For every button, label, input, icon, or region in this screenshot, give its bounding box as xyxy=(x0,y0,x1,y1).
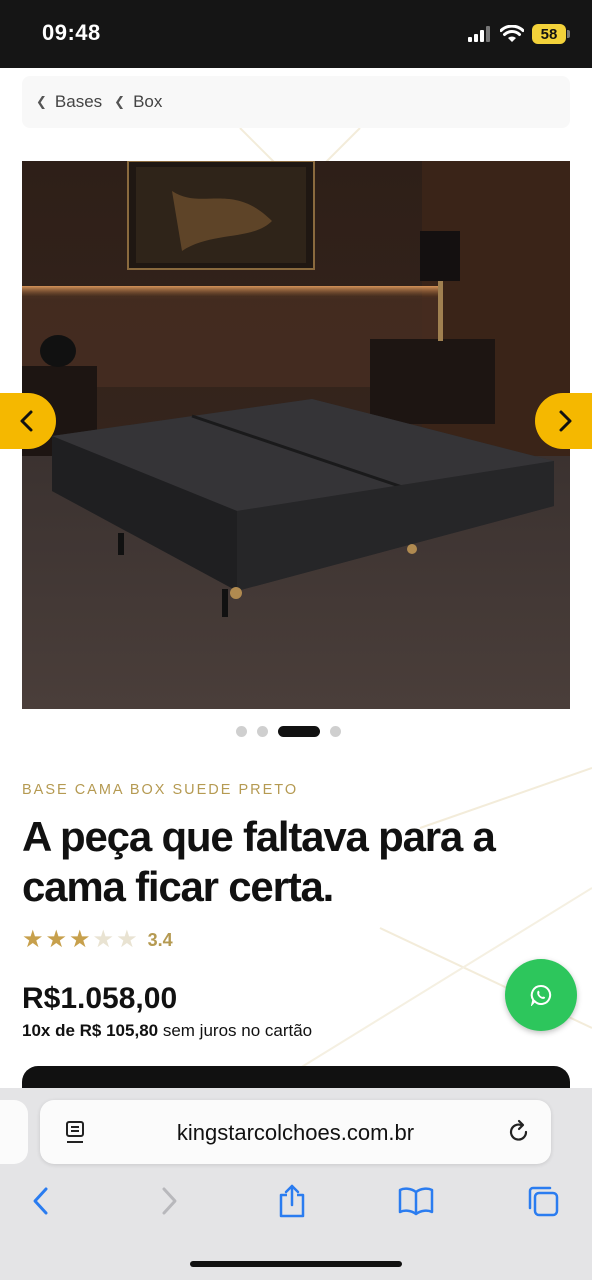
back-button[interactable] xyxy=(21,1181,61,1221)
home-indicator xyxy=(190,1261,402,1267)
whatsapp-button[interactable] xyxy=(505,959,577,1031)
battery-indicator: 58 xyxy=(532,24,570,44)
carousel-dot-active[interactable] xyxy=(278,726,320,737)
tabs-button[interactable] xyxy=(523,1181,563,1221)
address-bar[interactable]: kingstarcolchoes.com.br xyxy=(40,1100,551,1164)
bed-base-illustration xyxy=(22,161,570,709)
bookmarks-button[interactable] xyxy=(396,1181,436,1221)
cellular-signal-icon xyxy=(468,26,490,42)
carousel-prev-button[interactable] xyxy=(0,393,56,449)
forward-button[interactable] xyxy=(149,1181,189,1221)
tabs-icon xyxy=(528,1186,559,1217)
carousel-dots xyxy=(236,726,341,737)
chevron-left-icon: ❮ xyxy=(114,94,126,109)
product-title: A peça que faltava para a cama ficar cer… xyxy=(22,813,496,910)
breadcrumb-label: Bases xyxy=(54,92,103,111)
star-empty-icon: ★ xyxy=(116,926,138,953)
breadcrumb-label: Box xyxy=(133,92,163,111)
bookmarks-icon xyxy=(398,1187,434,1216)
star-full-icon: ★ xyxy=(69,926,91,953)
carousel-next-button[interactable] xyxy=(535,393,592,449)
carousel-dot[interactable] xyxy=(330,726,341,737)
breadcrumb-item-bases[interactable]: ❮ Bases xyxy=(36,92,102,112)
carousel-dot[interactable] xyxy=(257,726,268,737)
whatsapp-icon xyxy=(530,984,552,1006)
forward-icon xyxy=(162,1187,177,1215)
status-bar: 09:48 58 xyxy=(0,0,592,68)
product-image[interactable] xyxy=(22,161,570,709)
breadcrumb: ❮ Bases ❮ Box xyxy=(22,76,570,128)
url-text: kingstarcolchoes.com.br xyxy=(176,1120,415,1145)
installments-text: 10x de R$ 105,80 sem juros no cartão xyxy=(22,1021,312,1041)
star-empty-icon: ★ xyxy=(92,926,115,953)
carousel-dot[interactable] xyxy=(236,726,247,737)
reload-icon[interactable] xyxy=(507,1119,531,1145)
chevron-left-icon xyxy=(20,410,33,432)
product-price: R$1.058,00 xyxy=(22,982,178,1015)
battery-level: 58 xyxy=(540,25,558,43)
browser-toolbar: kingstarcolchoes.com.br xyxy=(0,1088,592,1280)
wifi-icon xyxy=(500,25,524,42)
product-kicker: BASE CAMA BOX SUEDE PRETO xyxy=(22,782,299,798)
product-rating: ★ ★ ★ ★ ★ 3.4 xyxy=(22,926,173,954)
share-icon xyxy=(279,1184,305,1218)
chevron-right-icon xyxy=(559,410,572,432)
breadcrumb-item-box[interactable]: ❮ Box xyxy=(114,92,162,112)
installments-amount: 10x de R$ 105,80 xyxy=(22,1021,159,1040)
status-time: 09:48 xyxy=(42,20,101,45)
chevron-left-icon: ❮ xyxy=(36,94,47,109)
star-full-icon: ★ xyxy=(45,926,68,953)
star-full-icon: ★ xyxy=(22,926,44,953)
share-button[interactable] xyxy=(272,1181,312,1221)
previous-tab-preview[interactable] xyxy=(0,1100,28,1164)
installments-note: sem juros no cartão xyxy=(158,1021,313,1040)
back-icon xyxy=(33,1187,48,1215)
rating-value: 3.4 xyxy=(147,929,173,950)
status-icons: 58 xyxy=(468,24,570,44)
